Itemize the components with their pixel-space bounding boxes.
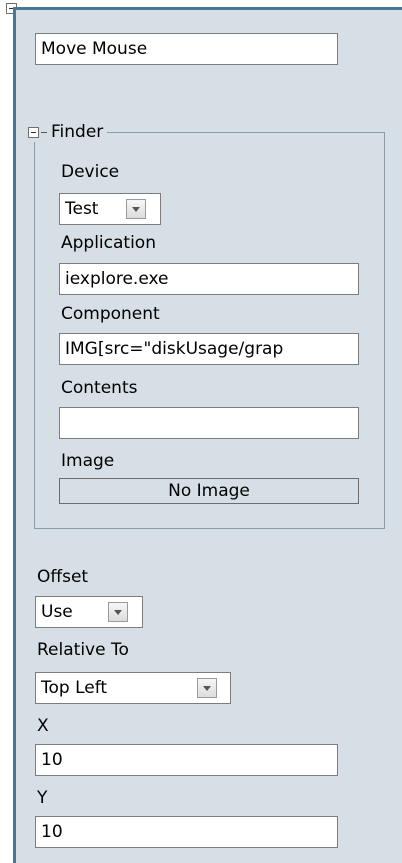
x-input[interactable]: 10 <box>35 744 338 776</box>
image-label: Image <box>61 451 115 471</box>
relative-to-select-value: Top Left <box>41 678 108 698</box>
relative-to-select[interactable]: Top Left <box>35 672 231 704</box>
application-label: Application <box>61 233 156 253</box>
contents-label: Contents <box>61 378 138 398</box>
chevron-down-icon[interactable] <box>197 678 217 698</box>
x-label: X <box>37 716 49 736</box>
legend-connector <box>41 131 47 133</box>
device-label: Device <box>61 162 120 182</box>
finder-legend: Finder <box>26 122 108 142</box>
offset-select[interactable]: Use <box>35 596 143 628</box>
device-select[interactable]: Test <box>59 193 161 225</box>
application-input[interactable]: iexplore.exe <box>59 263 359 295</box>
device-select-value: Test <box>65 199 99 219</box>
offset-label: Offset <box>37 567 89 587</box>
y-input[interactable]: 10 <box>35 816 338 848</box>
relative-to-label: Relative To <box>37 640 129 660</box>
component-label: Component <box>61 304 160 324</box>
component-input[interactable]: IMG[src="diskUsage/grap <box>59 333 359 365</box>
finder-legend-label: Finder <box>51 122 104 142</box>
image-preview[interactable]: No Image <box>59 478 359 504</box>
contents-input[interactable] <box>59 407 359 439</box>
collapse-finder-icon[interactable] <box>28 126 39 138</box>
chevron-down-icon[interactable] <box>108 602 128 622</box>
chevron-down-icon[interactable] <box>126 199 146 219</box>
offset-select-value: Use <box>41 602 73 622</box>
y-label: Y <box>37 788 48 808</box>
action-name-input[interactable]: Move Mouse <box>35 33 338 65</box>
